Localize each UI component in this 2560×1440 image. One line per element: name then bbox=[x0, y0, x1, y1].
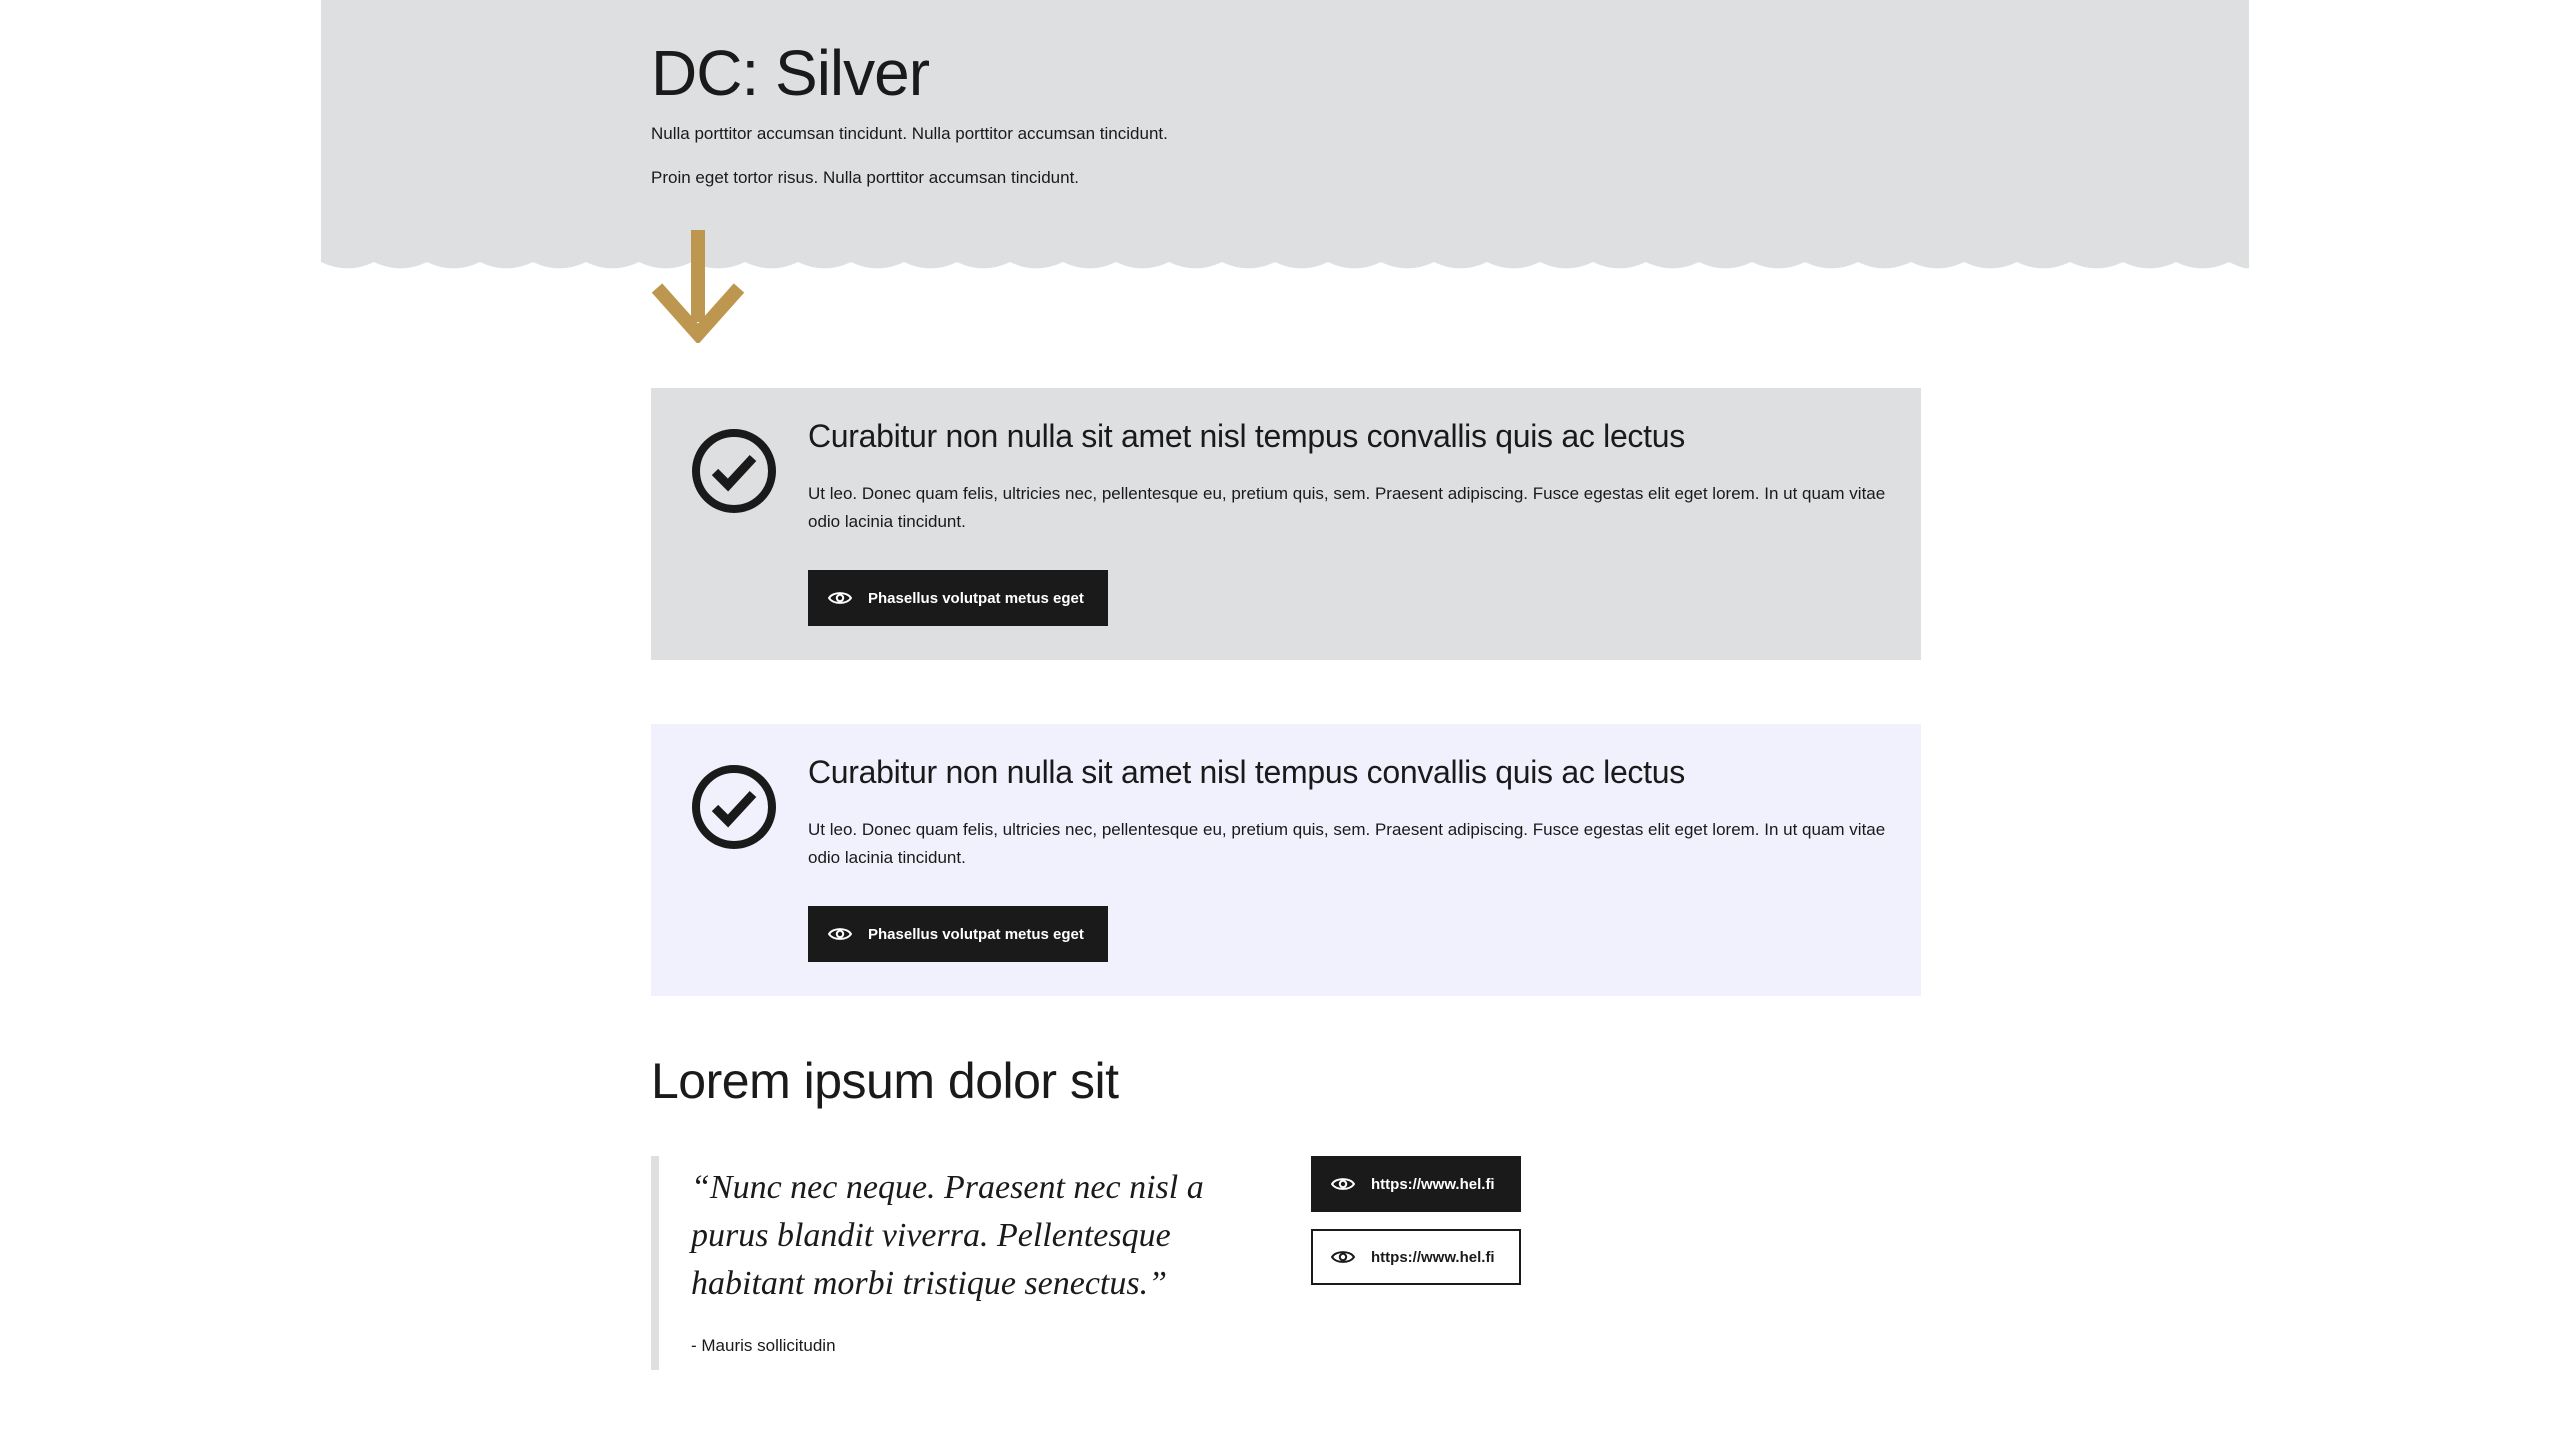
link-label: https://www.hel.fi bbox=[1371, 1248, 1495, 1266]
card-action-button[interactable]: Phasellus volutpat metus eget bbox=[808, 570, 1108, 626]
card-title: Curabitur non nulla sit amet nisl tempus… bbox=[808, 418, 1685, 454]
eye-icon bbox=[828, 928, 852, 940]
button-label: Phasellus volutpat metus eget bbox=[868, 925, 1084, 943]
wave-divider bbox=[321, 254, 2249, 269]
quote-text: “Nunc nec neque. Praesent nec nisl a pur… bbox=[691, 1169, 1204, 1302]
hero-lead-text: Nulla porttitor accumsan tincidunt. Null… bbox=[651, 124, 1168, 143]
card-description: Ut leo. Donec quam felis, ultricies nec,… bbox=[808, 484, 1886, 531]
quote-block: “Nunc nec neque. Praesent nec nisl a pur… bbox=[651, 1156, 1231, 1370]
eye-icon bbox=[1331, 1251, 1355, 1263]
hero-banner bbox=[321, 0, 2249, 262]
eye-icon bbox=[828, 592, 852, 604]
card-description: Ut leo. Donec quam felis, ultricies nec,… bbox=[808, 820, 1886, 867]
card-action-button[interactable]: Phasellus volutpat metus eget bbox=[808, 906, 1108, 962]
arrow-down-icon bbox=[651, 230, 745, 343]
check-circle-icon bbox=[692, 765, 776, 849]
notification-card: Curabitur non nulla sit amet nisl tempus… bbox=[651, 724, 1921, 996]
button-label: Phasellus volutpat metus eget bbox=[868, 589, 1084, 607]
check-circle-icon bbox=[692, 429, 776, 513]
page-title: DC: Silver bbox=[651, 37, 930, 109]
hero-lead-text: Proin eget tortor risus. Nulla porttitor… bbox=[651, 168, 1080, 187]
link-button[interactable]: https://www.hel.fi bbox=[1311, 1229, 1521, 1285]
quote-author: - Mauris sollicitudin bbox=[691, 1336, 836, 1355]
card-title: Curabitur non nulla sit amet nisl tempus… bbox=[808, 754, 1685, 790]
eye-icon bbox=[1331, 1178, 1355, 1190]
link-button[interactable]: https://www.hel.fi bbox=[1311, 1156, 1521, 1212]
link-label: https://www.hel.fi bbox=[1371, 1175, 1495, 1193]
notification-card: Curabitur non nulla sit amet nisl tempus… bbox=[651, 388, 1921, 660]
section-heading: Lorem ipsum dolor sit bbox=[651, 1053, 1119, 1109]
